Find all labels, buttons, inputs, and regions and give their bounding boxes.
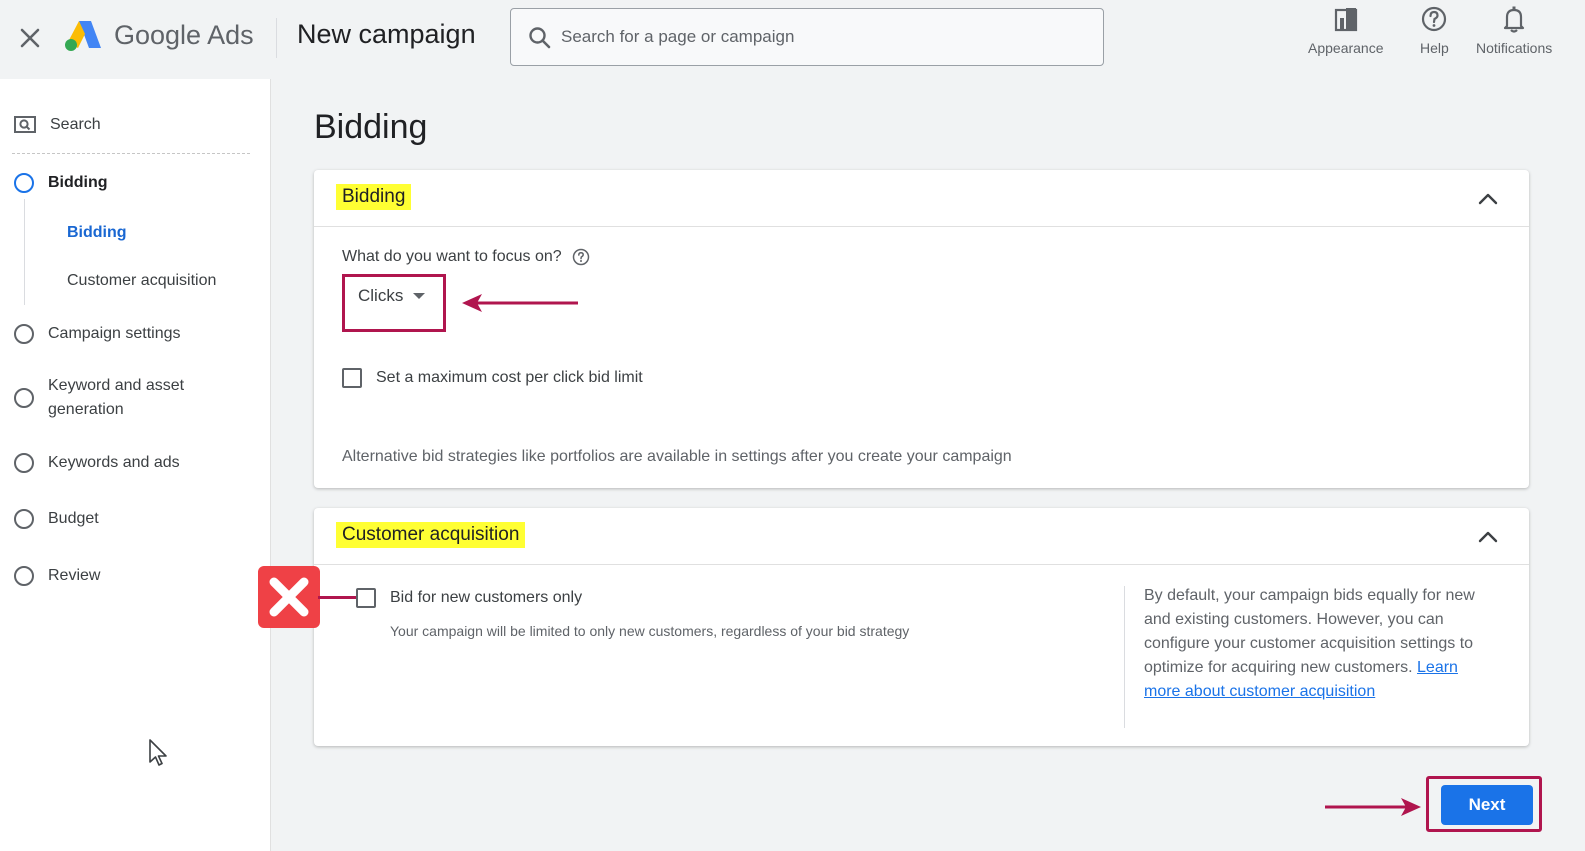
help-icon — [1422, 6, 1447, 32]
annotation-arrow-left-icon — [462, 294, 578, 312]
sidebar-step-label: Keywords and ads — [48, 454, 180, 471]
caret-down-icon — [413, 293, 426, 299]
sidebar-step-label: Review — [48, 567, 101, 584]
sidebar-step-label: Campaign settings — [48, 325, 181, 342]
search-icon — [529, 27, 551, 49]
new-customers-description: Your campaign will be limited to only ne… — [390, 623, 910, 639]
sidebar-substep-bidding[interactable]: Bidding — [67, 224, 127, 242]
sidebar: Search Bidding Bidding Customer acquisit… — [0, 79, 271, 851]
help-circle-icon[interactable] — [572, 248, 590, 266]
focus-question-label: What do you want to focus on? — [342, 248, 562, 265]
step-circle-icon — [14, 388, 34, 408]
search-input[interactable] — [561, 23, 1081, 51]
page-title: Bidding — [314, 108, 428, 146]
sidebar-step-bidding[interactable]: Bidding — [14, 171, 108, 195]
bid-strategy-note: Alternative bid strategies like portfoli… — [342, 448, 1012, 465]
step-circle-icon — [14, 509, 34, 529]
max-cpc-checkbox[interactable] — [342, 368, 362, 388]
search-campaign-icon — [14, 116, 36, 133]
bell-icon — [1504, 6, 1525, 33]
sidebar-step-label: Budget — [48, 510, 99, 527]
focus-dropdown[interactable]: Clicks — [358, 286, 426, 306]
appearance-label: Appearance — [1308, 40, 1384, 56]
top-bar: Google Ads New campaign Appearance Help — [0, 0, 1585, 78]
customer-acquisition-card-title: Customer acquisition — [336, 522, 526, 548]
sidebar-step-budget[interactable]: Budget — [14, 507, 99, 531]
sidebar-step-label: Keyword and asset generation — [48, 377, 185, 418]
chevron-up-icon[interactable] — [1475, 186, 1501, 212]
next-button[interactable]: Next — [1441, 785, 1533, 825]
search-box[interactable] — [510, 8, 1104, 66]
sidebar-substep-customer-acquisition[interactable]: Customer acquisition — [67, 272, 216, 290]
step-circle-icon — [14, 453, 34, 473]
step-circle-icon — [14, 566, 34, 586]
notifications-button[interactable]: Notifications — [1476, 4, 1552, 56]
sidebar-step-label: Bidding — [48, 174, 108, 191]
mouse-cursor-icon — [149, 739, 167, 766]
new-customers-checkbox[interactable] — [356, 588, 376, 608]
sidebar-campaign-type-label: Search — [50, 116, 101, 133]
brand-divider — [276, 18, 277, 58]
reject-connector-line — [318, 596, 356, 599]
step-circle-icon — [14, 324, 34, 344]
focus-dropdown-value: Clicks — [358, 286, 404, 305]
sidebar-step-keywords-and-ads[interactable]: Keywords and ads — [14, 451, 180, 475]
customer-acquisition-card: Customer acquisition Bid for new custome… — [314, 508, 1529, 746]
bidding-card: Bidding What do you want to focus on? Cl… — [314, 170, 1529, 488]
max-cpc-label: Set a maximum cost per click bid limit — [376, 369, 643, 386]
vertical-divider — [1124, 586, 1125, 728]
sidebar-step-review[interactable]: Review — [14, 564, 100, 588]
max-cpc-checkbox-row[interactable]: Set a maximum cost per click bid limit — [342, 368, 643, 388]
customer-acquisition-info: By default, your campaign bids equally f… — [1144, 584, 1484, 704]
sidebar-divider — [12, 153, 250, 154]
notifications-label: Notifications — [1476, 40, 1553, 56]
sidebar-step-campaign-settings[interactable]: Campaign settings — [14, 322, 181, 346]
page-header-title: New campaign — [297, 19, 476, 49]
annotation-arrow-right-icon — [1325, 798, 1421, 816]
substep-line — [24, 199, 25, 305]
new-customers-checkbox-row[interactable]: Bid for new customers only — [356, 588, 582, 608]
reject-x-icon — [258, 566, 320, 628]
appearance-icon — [1334, 8, 1357, 32]
help-label: Help — [1420, 40, 1449, 56]
chevron-up-icon[interactable] — [1475, 524, 1501, 550]
new-customers-label: Bid for new customers only — [390, 589, 583, 606]
sidebar-campaign-type[interactable]: Search — [14, 113, 101, 137]
close-icon[interactable] — [16, 24, 44, 52]
focus-question: What do you want to focus on? — [342, 248, 590, 266]
google-ads-logo-icon — [65, 21, 101, 51]
brand-name: Google Ads — [114, 20, 254, 50]
bidding-card-title: Bidding — [336, 184, 412, 210]
appearance-button[interactable]: Appearance — [1308, 4, 1384, 56]
customer-acquisition-card-header[interactable]: Customer acquisition — [314, 508, 1529, 565]
help-button[interactable]: Help — [1420, 4, 1449, 56]
step-active-circle-icon — [14, 173, 34, 193]
bidding-card-header[interactable]: Bidding — [314, 170, 1529, 227]
sidebar-step-keyword-asset-generation[interactable]: Keyword and asset generation — [14, 374, 218, 422]
